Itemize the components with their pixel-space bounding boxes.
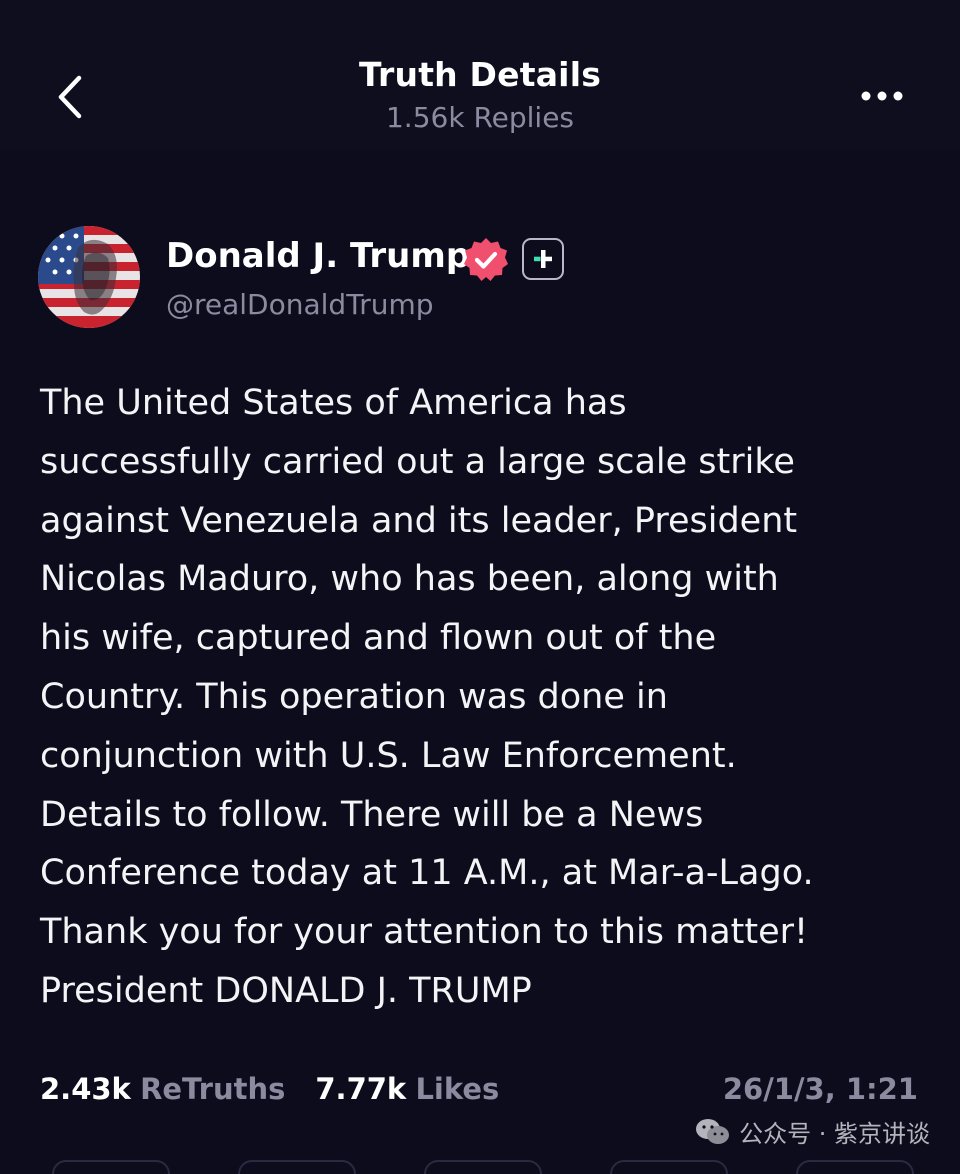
author-handle[interactable]: @realDonaldTrump [166,288,434,321]
post-line: conjunction with U.S. Law Enforcement. [40,735,737,776]
more-action[interactable] [796,1160,914,1174]
top-app-bar: Truth Details 1.56k Replies [0,0,960,150]
retruths-stat[interactable]: 2.43k ReTruths [40,1072,285,1106]
watermark: 公众号 · 紫京讲谈 [695,1114,930,1149]
author-avatar[interactable] [38,226,140,328]
verified-badge [462,236,510,284]
watermark-text: 公众号 · 紫京讲谈 [739,1120,930,1148]
verified-check-icon [464,238,508,281]
post-line: The United States of America has [40,383,627,423]
reply-action[interactable] [52,1160,170,1174]
post-line: Thank you for your attention to this mat… [40,912,809,953]
flag-portrait-icon [38,226,140,328]
like-action[interactable] [424,1160,542,1174]
likes-count: 7.77k [315,1072,407,1106]
action-bar [0,1160,960,1174]
plus-icon [534,250,552,268]
page-title: Truth Details [358,55,602,94]
follow-plus-button[interactable] [522,238,564,280]
share-action[interactable] [610,1160,728,1174]
wechat-icon [696,1118,730,1144]
post-line: Country. This operation was done in [40,676,668,717]
post-body: The United States of America has success… [40,374,930,1021]
reply-count: 1.56k Replies [385,101,575,134]
author-name[interactable]: Donald J. Trump [166,236,470,276]
retruths-count: 2.43k [40,1072,131,1106]
post-line: successfully carried out a large scale s… [40,441,795,482]
engagement-stats: 2.43k ReTruths 7.77k Likes [40,1072,499,1106]
more-options-button[interactable] [852,78,912,114]
post-timestamp: 26/1/3, 1:21 [722,1072,918,1106]
post-line: President DONALD J. TRUMP [40,970,532,1011]
post-line: Conference today at 11 A.M., at Mar-a-La… [40,853,814,894]
post-line: his wife, captured and flown out of the [40,618,717,659]
post-line: Nicolas Maduro, who has been, along with [40,559,779,600]
post-line: against Venezuela and its leader, Presid… [40,500,798,541]
retruths-label: ReTruths [140,1072,286,1106]
likes-label: Likes [415,1072,500,1106]
post-line: Details to follow. There will be a News [40,794,704,835]
retruth-action[interactable] [238,1160,356,1174]
more-horizontal-icon [861,91,903,101]
likes-stat[interactable]: 7.77k Likes [315,1072,499,1106]
